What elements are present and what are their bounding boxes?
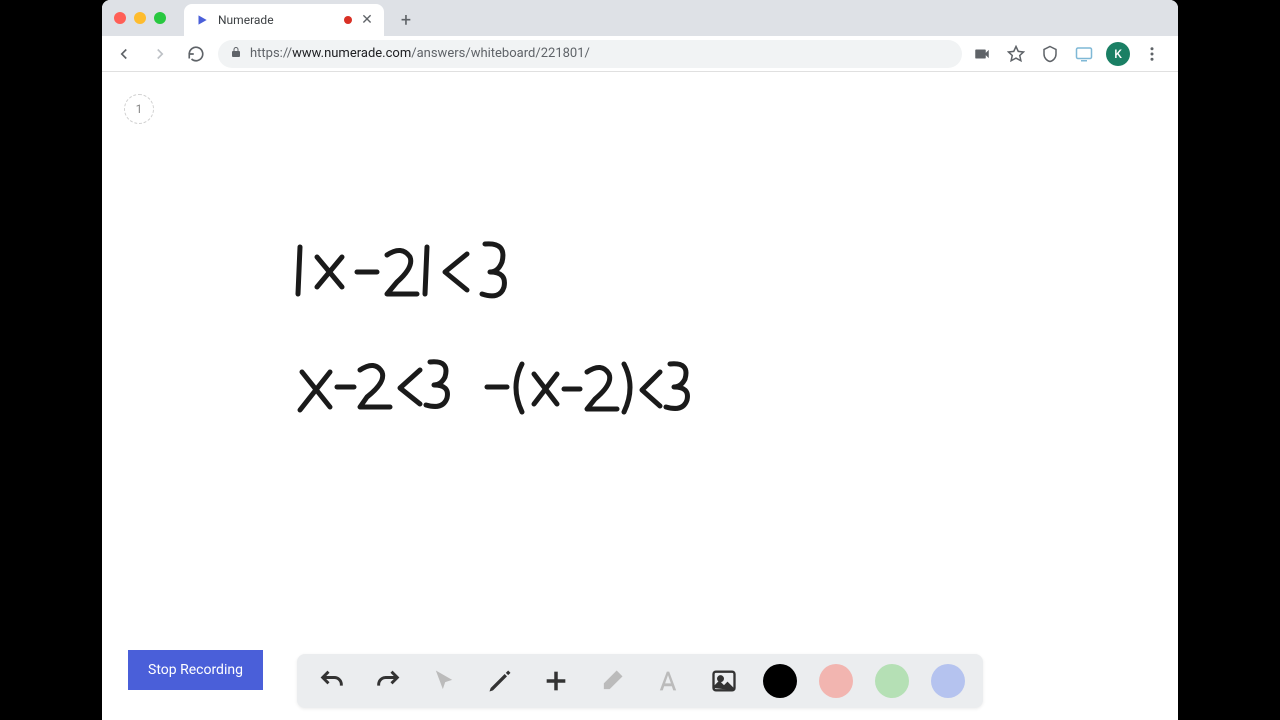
url-host: www.numerade.com — [292, 46, 411, 61]
profile-avatar[interactable]: K — [1106, 42, 1130, 66]
stop-recording-label: Stop Recording — [148, 662, 243, 678]
bookmark-star-icon[interactable] — [1004, 42, 1028, 66]
shield-icon[interactable] — [1038, 42, 1062, 66]
titlebar: Numerade ✕ + — [102, 0, 1178, 36]
back-button[interactable] — [110, 40, 138, 68]
browser-window: Numerade ✕ + https://www.numerade.com/an… — [102, 0, 1178, 720]
browser-tab[interactable]: Numerade ✕ — [184, 4, 384, 36]
undo-button[interactable] — [315, 664, 349, 698]
tab-close-button[interactable]: ✕ — [360, 13, 374, 27]
url-text: https://www.numerade.com/answers/whitebo… — [250, 46, 950, 61]
camera-icon[interactable] — [970, 42, 994, 66]
close-window-button[interactable] — [114, 12, 126, 24]
tab-title: Numerade — [218, 13, 336, 27]
url-scheme: https:// — [250, 46, 292, 61]
image-tool[interactable] — [707, 664, 741, 698]
recording-indicator-icon — [344, 16, 352, 24]
color-green[interactable] — [875, 664, 909, 698]
pointer-tool[interactable] — [427, 664, 461, 698]
window-controls — [114, 12, 166, 24]
address-bar[interactable]: https://www.numerade.com/answers/whitebo… — [218, 40, 962, 68]
avatar-initial: K — [1114, 47, 1122, 61]
tab-favicon-icon — [194, 12, 210, 28]
new-tab-button[interactable]: + — [392, 6, 420, 34]
pen-tool[interactable] — [483, 664, 517, 698]
browser-toolbar: https://www.numerade.com/answers/whitebo… — [102, 36, 1178, 72]
color-black[interactable] — [763, 664, 797, 698]
page-content: 1 — [102, 72, 1178, 720]
reload-button[interactable] — [182, 40, 210, 68]
cast-icon[interactable] — [1072, 42, 1096, 66]
whiteboard-toolbar — [297, 654, 983, 708]
toolbar-right: K — [970, 42, 1170, 66]
add-tool[interactable] — [539, 664, 573, 698]
minimize-window-button[interactable] — [134, 12, 146, 24]
color-blue[interactable] — [931, 664, 965, 698]
maximize-window-button[interactable] — [154, 12, 166, 24]
lock-icon — [230, 46, 242, 61]
redo-button[interactable] — [371, 664, 405, 698]
forward-button[interactable] — [146, 40, 174, 68]
whiteboard-canvas[interactable] — [102, 72, 1178, 720]
color-red[interactable] — [819, 664, 853, 698]
stop-recording-button[interactable]: Stop Recording — [128, 650, 263, 690]
url-path: /answers/whiteboard/221801/ — [411, 46, 590, 61]
menu-button[interactable] — [1140, 42, 1164, 66]
eraser-tool[interactable] — [595, 664, 629, 698]
text-tool[interactable] — [651, 664, 685, 698]
